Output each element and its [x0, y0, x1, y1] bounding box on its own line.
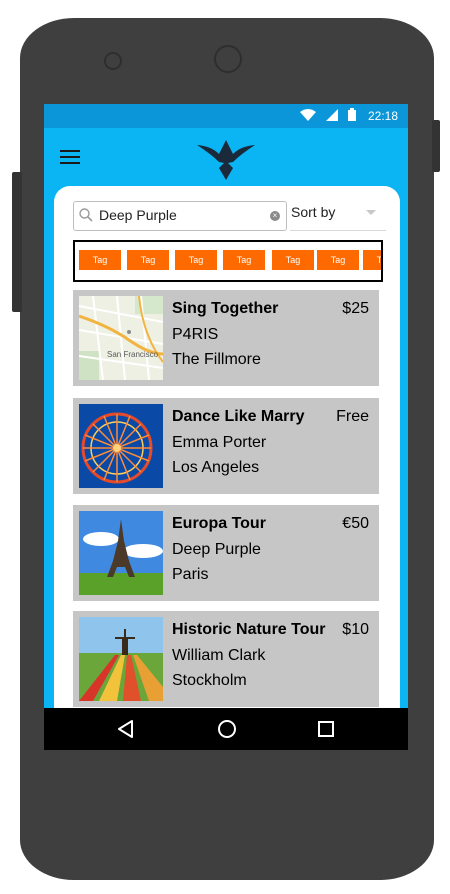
event-title: Dance Like Marry	[172, 408, 305, 425]
svg-text:San Francisco: San Francisco	[107, 350, 159, 359]
phone-screen: 22:18 × Sort by Tag Tag Tag Tag Tag Ta	[44, 104, 408, 750]
home-icon[interactable]	[217, 719, 237, 739]
event-card[interactable]: Historic Nature Tour $10 William Clark S…	[73, 611, 379, 707]
event-artist: P4RIS	[172, 326, 219, 343]
power-button	[432, 120, 440, 172]
event-price: $25	[342, 300, 369, 317]
event-card[interactable]: Europa Tour €50 Deep Purple Paris	[73, 505, 379, 601]
tag-chip[interactable]: Tag	[272, 250, 314, 270]
signal-icon	[326, 108, 338, 121]
event-location: Paris	[172, 566, 209, 583]
ferris-wheel-thumbnail	[79, 404, 163, 488]
event-title: Sing Together	[172, 300, 279, 317]
event-title: Historic Nature Tour	[172, 621, 326, 638]
back-icon[interactable]	[116, 719, 136, 739]
event-price: $10	[342, 621, 369, 638]
tag-bar[interactable]: Tag Tag Tag Tag Tag Tag Tag	[73, 240, 383, 282]
search-icon	[79, 208, 93, 222]
tag-chip[interactable]: Tag	[127, 250, 169, 270]
recents-icon[interactable]	[316, 719, 336, 739]
event-location: Los Angeles	[172, 459, 260, 476]
navigation-bar	[44, 708, 408, 750]
event-card[interactable]: Dance Like Marry Free Emma Porter Los An…	[73, 398, 379, 494]
sort-dropdown[interactable]: Sort by	[290, 200, 386, 231]
chevron-down-icon	[366, 210, 376, 215]
event-price: Free	[336, 408, 369, 425]
wifi-icon	[300, 108, 316, 121]
tag-chip[interactable]: Tag	[79, 250, 121, 270]
status-bar: 22:18	[44, 104, 408, 128]
sort-label: Sort by	[291, 204, 336, 220]
eiffel-tower-thumbnail	[79, 511, 163, 595]
tag-chip[interactable]: Tag	[223, 250, 265, 270]
event-location: The Fillmore	[172, 351, 261, 368]
tag-chip[interactable]: Tag	[175, 250, 217, 270]
event-card[interactable]: San Francisco Sing Together $25 P4RIS Th…	[73, 290, 379, 386]
bird-logo-icon	[197, 140, 255, 180]
search-input[interactable]	[99, 205, 259, 225]
event-location: Stockholm	[172, 672, 247, 689]
event-artist: William Clark	[172, 647, 266, 664]
tag-chip[interactable]: Tag	[363, 250, 381, 270]
search-field[interactable]: ×	[73, 201, 287, 231]
event-title: Europa Tour	[172, 515, 266, 532]
main-panel: × Sort by Tag Tag Tag Tag Tag Tag Tag	[54, 186, 400, 726]
event-artist: Emma Porter	[172, 434, 267, 451]
map-thumbnail: San Francisco	[79, 296, 163, 380]
hamburger-menu-icon[interactable]	[60, 150, 80, 166]
sensor-dot	[104, 52, 122, 70]
clear-search-icon[interactable]: ×	[270, 211, 280, 221]
event-price: €50	[342, 515, 369, 532]
battery-icon	[348, 108, 356, 121]
volume-button	[12, 172, 22, 312]
front-camera	[214, 45, 242, 73]
tag-chip[interactable]: Tag	[317, 250, 359, 270]
status-time: 22:18	[367, 109, 398, 123]
app-bar	[44, 128, 408, 190]
tulip-field-thumbnail	[79, 617, 163, 701]
event-artist: Deep Purple	[172, 541, 261, 558]
status-icons	[300, 108, 356, 121]
